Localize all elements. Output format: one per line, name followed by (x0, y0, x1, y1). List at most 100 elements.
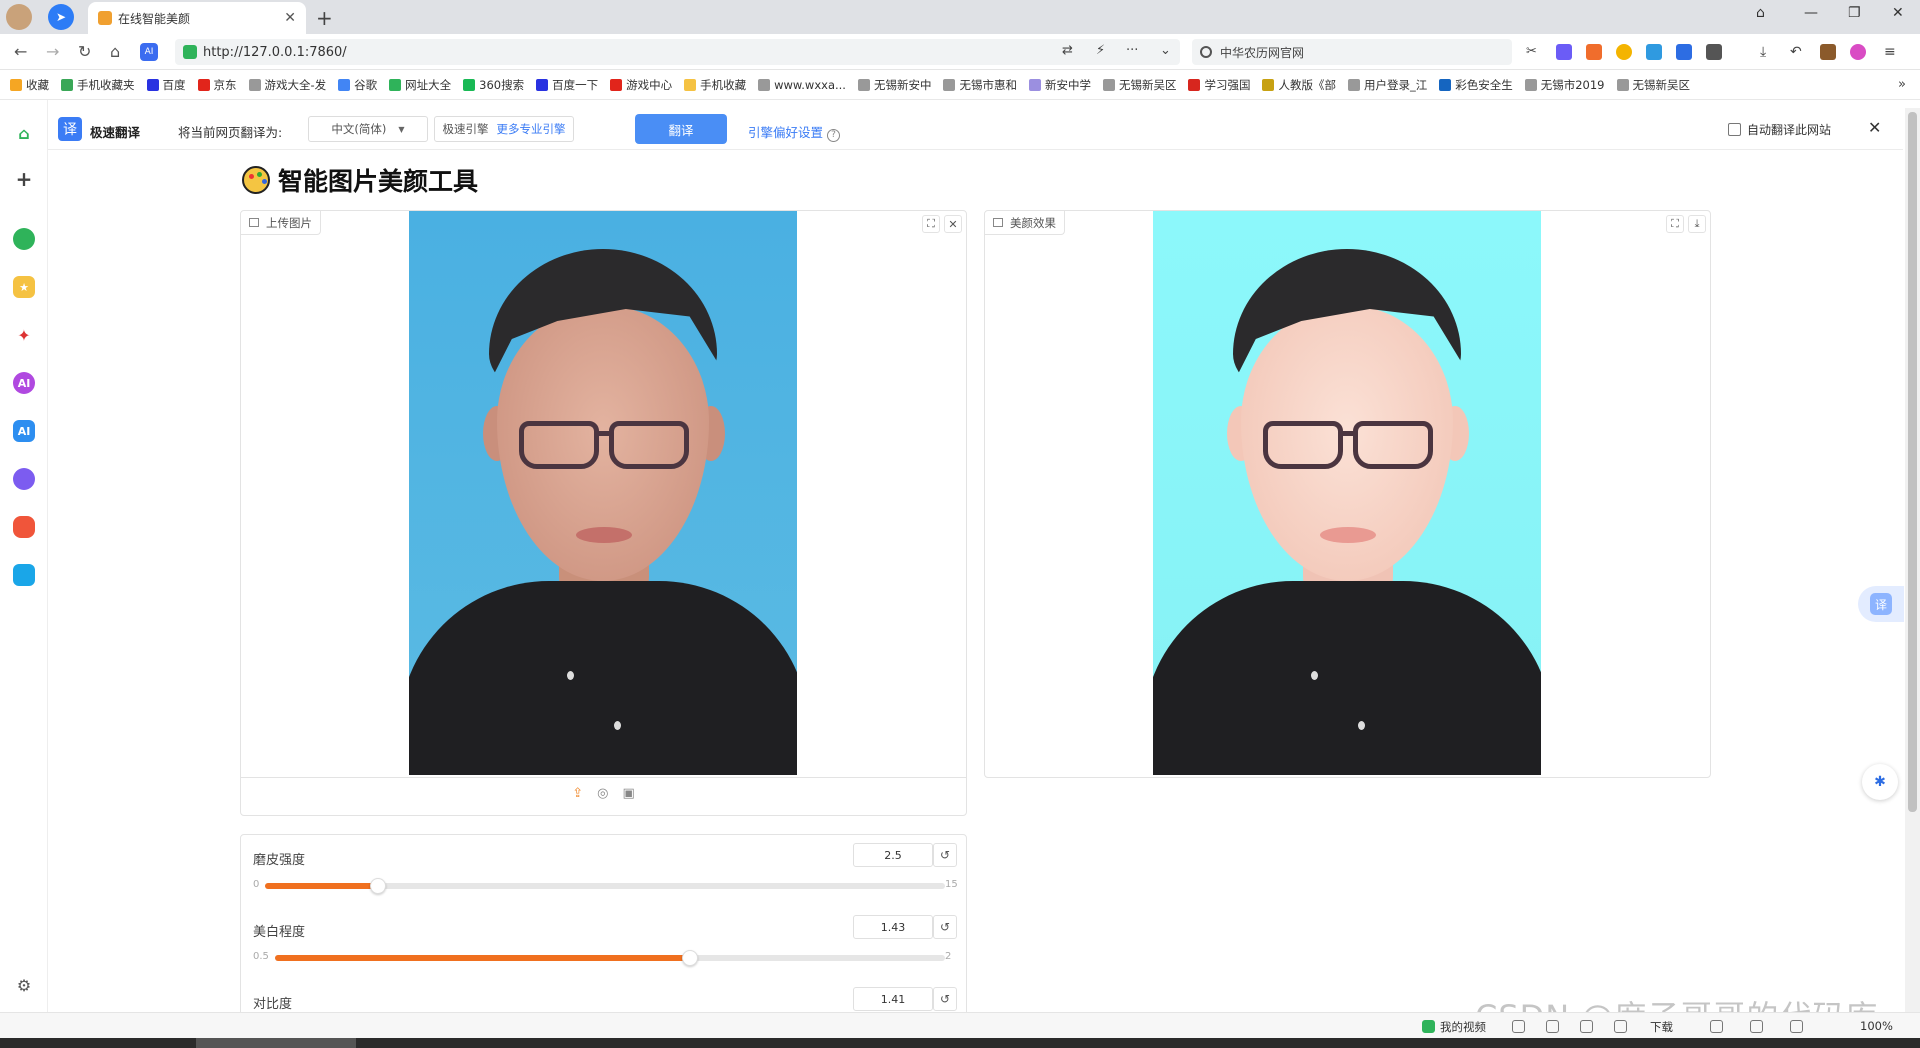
scissors-icon[interactable]: ✂ (1526, 44, 1542, 60)
minimize-icon[interactable]: — (1804, 5, 1818, 21)
zoom-level[interactable]: 100% (1860, 1019, 1893, 1033)
auto-translate-checkbox[interactable] (1728, 123, 1741, 136)
bookmark-item[interactable]: 无锡新安中 (857, 77, 931, 93)
miniprogram-icon[interactable] (13, 228, 35, 250)
user-avatar[interactable] (6, 4, 32, 30)
slider-value-input[interactable]: 1.41 (853, 987, 933, 1011)
profile-ext-icon[interactable] (1850, 44, 1866, 60)
engine-preferences-link[interactable]: 引擎偏好设置? (748, 122, 841, 142)
bookmark-item[interactable]: 百度 (146, 77, 186, 93)
graph-icon[interactable]: ✦ (13, 324, 35, 346)
bookmark-item[interactable]: 收藏 (10, 77, 49, 93)
upload-icon[interactable]: ⇪ (572, 786, 583, 801)
bookmark-item[interactable]: 新安中学 (1028, 77, 1091, 93)
more-bookmarks-icon[interactable]: » (1898, 77, 1906, 92)
translate-ext-icon[interactable] (1556, 44, 1572, 60)
bookmark-item[interactable]: 游戏大全-发 (248, 77, 326, 93)
slider-thumb[interactable] (682, 950, 699, 966)
gamepad-icon[interactable] (13, 516, 35, 538)
download-icon[interactable]: ⤓ (1760, 44, 1776, 60)
fullscreen-icon[interactable]: ⛶ (1666, 215, 1684, 233)
vertical-scrollbar[interactable] (1905, 108, 1920, 1012)
menu-icon[interactable]: ≡ (1884, 44, 1900, 60)
reset-icon[interactable]: ↺ (933, 843, 957, 867)
home-icon[interactable]: ⌂ (13, 122, 35, 144)
bookmark-item[interactable]: 无锡新吴区 (1616, 77, 1690, 93)
bookmark-item[interactable]: www.wxxa... (758, 78, 846, 92)
speaker-icon[interactable] (1790, 1020, 1803, 1033)
bookmark-item[interactable]: 人教版《部 (1262, 77, 1336, 93)
shield-icon[interactable] (1512, 1020, 1525, 1033)
bookmark-item[interactable]: 百度一下 (536, 77, 598, 93)
tab-close-icon[interactable]: ✕ (284, 10, 296, 26)
bookmark-item[interactable]: 学习强国 (1188, 77, 1250, 93)
bookmark-item[interactable]: 手机收藏夹 (61, 77, 135, 93)
engine-select[interactable]: 极速引擎 更多专业引擎 (434, 116, 574, 142)
input-image[interactable] (409, 211, 797, 775)
more-icon[interactable]: ··· (1126, 43, 1138, 58)
bookmark-item[interactable]: 用户登录_江 (1347, 77, 1427, 93)
tools-icon[interactable] (13, 564, 35, 586)
lightning-icon[interactable]: ⚡ (1096, 43, 1105, 58)
window-icon[interactable] (1750, 1020, 1763, 1033)
url-field[interactable]: http://127.0.0.1:7860/ (175, 39, 1180, 65)
clear-image-icon[interactable]: ✕ (944, 215, 962, 233)
home-icon[interactable]: ⌂ (110, 42, 120, 61)
back-icon[interactable]: ← (14, 42, 27, 61)
briefcase-icon[interactable] (1820, 44, 1836, 60)
bookmark-item[interactable]: 京东 (197, 77, 237, 93)
chevron-down-icon[interactable]: ⌄ (1160, 43, 1171, 58)
chrome-ext-icon[interactable] (1616, 44, 1632, 60)
webcam-icon[interactable]: ◎ (597, 786, 608, 801)
bookmark-item[interactable]: 360搜索 (463, 77, 524, 93)
chat-bot-icon[interactable] (13, 468, 35, 490)
bookmark-item[interactable]: 网址大全 (389, 77, 451, 93)
slider-track[interactable] (265, 878, 945, 894)
new-tab-icon[interactable]: + (316, 6, 333, 30)
search-field[interactable]: 中华农历网官网 (1192, 39, 1512, 65)
translate-page-icon[interactable]: ⇄ (1062, 43, 1073, 58)
bookmark-item[interactable]: 无锡新吴区 (1102, 77, 1176, 93)
translate-button[interactable]: 翻译 (635, 114, 727, 144)
game-ext-icon[interactable] (1586, 44, 1602, 60)
slider-track[interactable] (275, 950, 945, 966)
reset-icon[interactable]: ↺ (933, 915, 957, 939)
my-video-link[interactable]: 我的视频 (1440, 1019, 1486, 1035)
download-icon[interactable]: ⤓ (1688, 215, 1706, 233)
forward-icon[interactable]: → (46, 42, 59, 61)
download-link[interactable]: 下载 (1650, 1019, 1673, 1035)
add-icon[interactable]: + (13, 167, 35, 191)
reload-icon[interactable]: ↻ (78, 42, 91, 61)
scrollbar-thumb[interactable] (1908, 112, 1917, 812)
close-window-icon[interactable]: ✕ (1892, 5, 1904, 21)
close-translate-icon[interactable]: ✕ (1868, 118, 1881, 137)
floating-translate-button[interactable]: 译 (1858, 586, 1904, 622)
bookmark-item[interactable]: 谷歌 (338, 77, 377, 93)
puzzle-icon[interactable] (1706, 44, 1722, 60)
cloud-icon[interactable] (1580, 1020, 1593, 1033)
ai-icon[interactable]: AI (13, 420, 35, 442)
tv-ext-icon[interactable] (1646, 44, 1662, 60)
bookmark-item[interactable]: 无锡市惠和 (943, 77, 1017, 93)
phone-icon[interactable] (1710, 1020, 1723, 1033)
clipboard-icon[interactable]: ▣ (622, 786, 634, 801)
send-icon[interactable]: ➤ (48, 4, 74, 30)
tab-active[interactable]: 在线智能美颜 ✕ (88, 2, 306, 34)
slider-thumb[interactable] (370, 878, 387, 894)
taskbar-item[interactable] (196, 1038, 356, 1048)
reset-icon[interactable]: ↺ (933, 987, 957, 1011)
bookmark-item[interactable]: 无锡市2019 (1524, 77, 1605, 93)
image-icon[interactable] (1546, 1020, 1559, 1033)
output-image[interactable] (1153, 211, 1541, 775)
auto-translate-option[interactable]: 自动翻译此网站 (1728, 121, 1831, 138)
shirt-icon[interactable]: ⌂ (1756, 5, 1765, 21)
ai-assistant-icon[interactable]: AI (13, 372, 35, 394)
tools-icon[interactable] (1614, 1020, 1627, 1033)
bookmark-item[interactable]: 游戏中心 (610, 77, 672, 93)
fullscreen-icon[interactable]: ⛶ (922, 215, 940, 233)
slider-value-input[interactable]: 2.5 (853, 843, 933, 867)
favorites-star-icon[interactable]: ★ (13, 276, 35, 298)
network-ext-icon[interactable] (1676, 44, 1692, 60)
undo-icon[interactable]: ↶ (1790, 44, 1806, 60)
slider-value-input[interactable]: 1.43 (853, 915, 933, 939)
